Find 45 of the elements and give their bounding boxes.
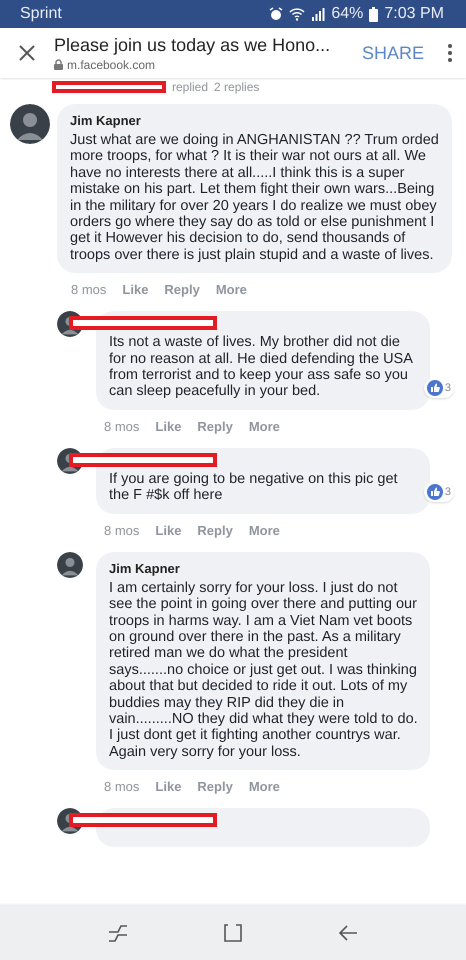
recent-apps-icon[interactable]	[108, 922, 128, 942]
comment-time: 8 mos	[71, 282, 106, 298]
alarm-icon	[269, 7, 284, 21]
home-icon[interactable]	[222, 922, 243, 942]
comment-action-link[interactable]: Reply	[164, 282, 200, 298]
comment-text: If you are going to be negative on this pic get the F #$k off here	[109, 470, 399, 504]
back-icon[interactable]	[338, 922, 358, 942]
comment-action-link[interactable]: Reply	[197, 779, 233, 794]
like-icon	[426, 484, 443, 500]
signal-icon	[311, 8, 326, 20]
lock-icon	[54, 59, 63, 70]
comment-action-link[interactable]: More	[248, 779, 280, 794]
comment-action-link[interactable]: Reply	[197, 418, 233, 434]
battery-icon	[369, 6, 378, 22]
wifi-icon	[289, 8, 306, 20]
comment-action-link[interactable]: Like	[155, 418, 182, 434]
clock-time: 7:03 PM	[384, 5, 444, 23]
battery-percent: 64%	[331, 5, 364, 23]
comment-action-link[interactable]: More	[248, 418, 280, 434]
carrier-name: Sprint	[20, 5, 62, 23]
reaction-count[interactable]: 3	[424, 482, 454, 502]
comment-action-link[interactable]: Like	[122, 282, 148, 298]
comment-text: I am certainly sorry for your loss. I just do not see the point in going over there and putting our troops in harms way. I am a Viet Nam vet boots on ground over there in the past. As a military retired man we do what the president says.......no choice or just get out. I was thinking about that but decided to ride it out. Lots of my buddies may they RIP did they die in vain.........NO they did what they were told to do. I just dont get it fighting another countrys war. Again very sorry for your loss.	[109, 580, 418, 760]
comment-action-link[interactable]: More	[248, 522, 280, 538]
replies-link[interactable]: 2 replies	[214, 80, 260, 94]
page-title: Please join us today as we Hono...	[54, 34, 332, 56]
reaction-count[interactable]: 3	[424, 378, 454, 398]
page-url: m.facebook.com	[67, 58, 156, 72]
replied-text: replied	[172, 80, 208, 94]
share-button[interactable]: SHARE	[362, 42, 424, 64]
comment-action-link[interactable]: Like	[155, 522, 182, 538]
author-name[interactable]: Jim Kapner	[70, 113, 440, 128]
comment-action-link[interactable]: Like	[155, 779, 182, 794]
comment-time: 8 mos	[104, 418, 140, 434]
comment-time: 8 mos	[104, 522, 140, 538]
comment-text: Its not a waste of lives. My brother did not die for no reason at all. He died defending the USA from terrorist and to keep your ass safe so you can sleep peacefully in your bed.	[109, 334, 414, 400]
avatar[interactable]	[57, 552, 83, 578]
avatar[interactable]	[10, 104, 50, 144]
comment-time: 8 mos	[104, 779, 140, 794]
more-menu-icon[interactable]	[446, 43, 454, 63]
like-icon	[426, 380, 443, 396]
comment-action-link[interactable]: More	[216, 282, 247, 298]
comment-text: Just what are we doing in ANGHANISTAN ?? Trum orded more troops, for what ? It is their war not ours at all. We have no interests there at all.....I think this is a super mistake on his part. Let them fight their own wars...Being in the military for over 20 years I do realize we must obey orders go where they say do as told or else punishment I get it However his decision to do, send thousands of troops over there is just plain stupid and a waste of lives.	[70, 132, 440, 264]
author-name[interactable]: Jim Kapner	[109, 560, 418, 576]
comment-action-link[interactable]: Reply	[197, 522, 233, 538]
